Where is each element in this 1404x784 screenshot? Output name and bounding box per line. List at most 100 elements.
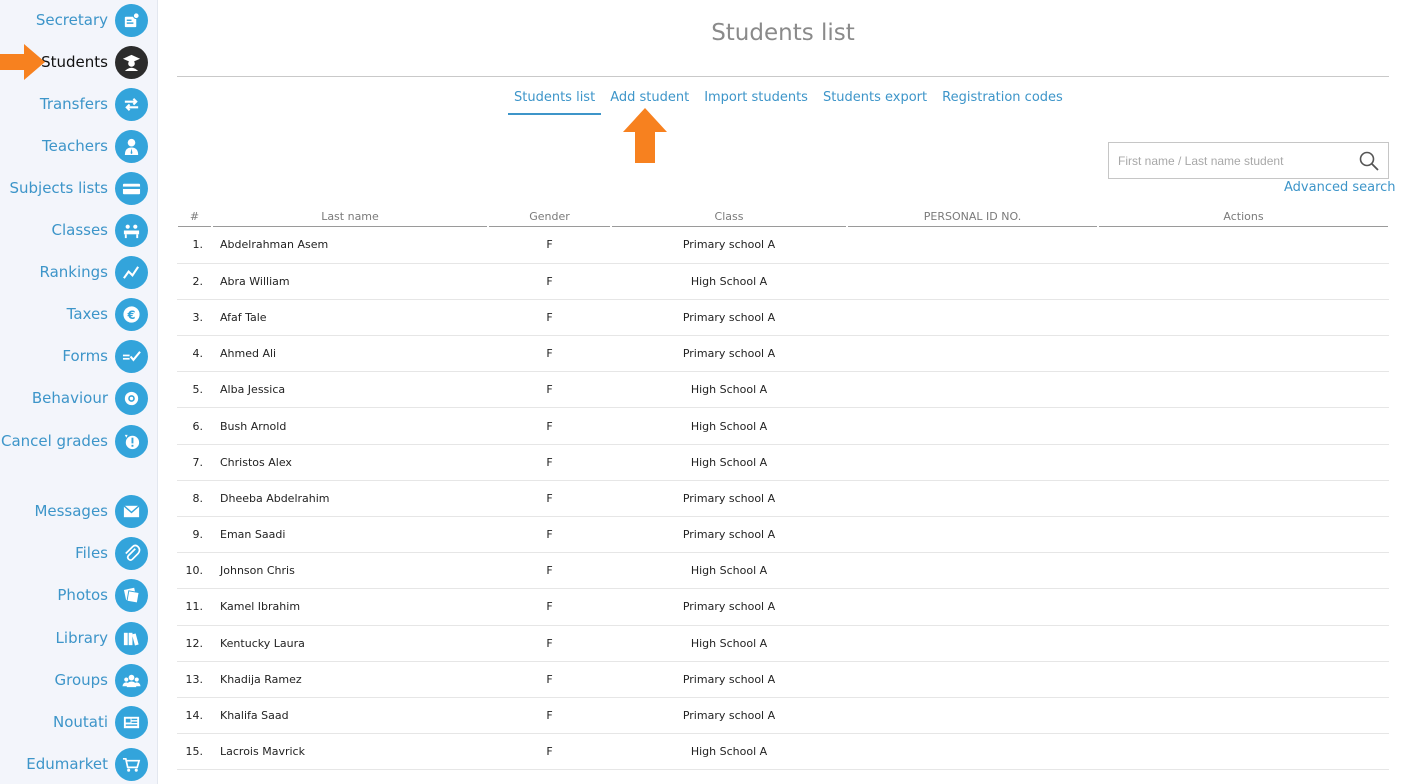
student-gender: F bbox=[488, 697, 611, 735]
row-number: 10. bbox=[177, 552, 212, 590]
student-name-link[interactable]: Dheeba Abdelrahim bbox=[212, 480, 488, 518]
tab-students-export[interactable]: Students export bbox=[817, 88, 933, 115]
column-header-personal-id[interactable]: PERSONAL ID NO. bbox=[847, 207, 1098, 227]
student-name-link[interactable]: Eman Saadi bbox=[212, 516, 488, 554]
sidebar-item-teachers[interactable]: Teachers bbox=[0, 126, 158, 166]
student-personal-id bbox=[847, 697, 1098, 735]
tab-import-students[interactable]: Import students bbox=[698, 88, 814, 115]
student-gender: F bbox=[488, 263, 611, 300]
paperclip-icon bbox=[115, 536, 148, 570]
column-header-number: # bbox=[177, 207, 212, 227]
table-row: 11. Kamel Ibrahim F Primary school A bbox=[177, 588, 1389, 626]
student-class: Primary school A bbox=[611, 661, 847, 698]
student-name-link[interactable]: Khalifa Saad bbox=[212, 697, 488, 735]
students-table: # Last name Gender Class PERSONAL ID NO.… bbox=[177, 207, 1389, 771]
table-row: 2. Abra William F High School A bbox=[177, 263, 1389, 300]
tab-students-list[interactable]: Students list bbox=[508, 88, 602, 115]
student-name-link[interactable]: Lacrois Mavrick bbox=[212, 733, 488, 771]
sidebar: Secretary Students Transfers Teachers Su… bbox=[0, 0, 158, 784]
advanced-search-link[interactable]: Advanced search bbox=[1284, 180, 1396, 195]
student-actions bbox=[1098, 733, 1389, 771]
student-name-link[interactable]: Afaf Tale bbox=[212, 299, 488, 337]
student-gender: F bbox=[488, 733, 611, 771]
sidebar-item-label: Cancel grades bbox=[0, 432, 108, 450]
row-number: 6. bbox=[177, 407, 212, 445]
table-row: 13. Khadija Ramez F Primary school A bbox=[177, 661, 1389, 698]
student-personal-id bbox=[847, 516, 1098, 554]
student-name-link[interactable]: Khadija Ramez bbox=[212, 661, 488, 698]
news-icon bbox=[115, 705, 148, 739]
student-gender: F bbox=[488, 480, 611, 518]
sidebar-item-label: Secretary bbox=[35, 11, 108, 29]
student-gender: F bbox=[488, 407, 611, 445]
sidebar-item-edumarket[interactable]: Edumarket bbox=[0, 744, 158, 784]
column-header-last-name[interactable]: Last name bbox=[212, 207, 488, 227]
photos-icon bbox=[115, 578, 148, 612]
table-row: 3. Afaf Tale F Primary school A bbox=[177, 299, 1389, 337]
sidebar-item-cancel-grades[interactable]: Cancel grades bbox=[0, 421, 158, 461]
column-header-class[interactable]: Class bbox=[611, 207, 847, 227]
search-input[interactable] bbox=[1109, 143, 1358, 178]
sidebar-item-label: Files bbox=[75, 544, 108, 562]
sidebar-item-taxes[interactable]: Taxes € bbox=[0, 294, 158, 334]
student-name-link[interactable]: Abra William bbox=[212, 263, 488, 300]
euro-icon: € bbox=[115, 297, 148, 331]
id-badge-icon bbox=[115, 3, 148, 37]
row-number: 2. bbox=[177, 263, 212, 300]
sidebar-item-messages[interactable]: Messages bbox=[0, 491, 158, 531]
student-personal-id bbox=[847, 263, 1098, 300]
student-personal-id bbox=[847, 299, 1098, 337]
sidebar-item-secretary[interactable]: Secretary bbox=[0, 0, 158, 40]
student-class: High School A bbox=[611, 444, 847, 481]
student-class: Primary school A bbox=[611, 335, 847, 373]
table-row: 12. Kentucky Laura F High School A bbox=[177, 625, 1389, 662]
group-icon bbox=[115, 663, 148, 697]
sidebar-item-label: Noutati bbox=[52, 713, 108, 731]
student-actions bbox=[1098, 625, 1389, 662]
row-number: 8. bbox=[177, 480, 212, 518]
sidebar-item-label: Rankings bbox=[39, 263, 109, 281]
student-search-box bbox=[1108, 142, 1389, 179]
student-name-link[interactable]: Ahmed Ali bbox=[212, 335, 488, 373]
sidebar-item-classes[interactable]: Classes bbox=[0, 210, 158, 250]
sidebar-item-photos[interactable]: Photos bbox=[0, 575, 158, 615]
student-class: Primary school A bbox=[611, 697, 847, 735]
tab-registration-codes[interactable]: Registration codes bbox=[936, 88, 1069, 115]
search-icon[interactable] bbox=[1358, 150, 1380, 172]
sidebar-item-behaviour[interactable]: Behaviour bbox=[0, 378, 158, 418]
sidebar-item-subjects-lists[interactable]: Subjects lists bbox=[0, 168, 158, 208]
student-name-link[interactable]: Christos Alex bbox=[212, 444, 488, 481]
student-personal-id bbox=[847, 588, 1098, 626]
student-actions bbox=[1098, 588, 1389, 626]
table-row: 1. Abdelrahman Asem F Primary school A bbox=[177, 227, 1389, 264]
student-class: High School A bbox=[611, 552, 847, 590]
sidebar-item-groups[interactable]: Groups bbox=[0, 660, 158, 700]
student-actions bbox=[1098, 480, 1389, 518]
student-gender: F bbox=[488, 371, 611, 409]
student-name-link[interactable]: Abdelrahman Asem bbox=[212, 227, 488, 264]
student-actions bbox=[1098, 371, 1389, 409]
sidebar-item-noutati[interactable]: Noutati bbox=[0, 702, 158, 742]
sidebar-item-files[interactable]: Files bbox=[0, 533, 158, 573]
student-actions bbox=[1098, 661, 1389, 698]
student-gender: F bbox=[488, 552, 611, 590]
student-gender: F bbox=[488, 227, 611, 264]
student-name-link[interactable]: Johnson Chris bbox=[212, 552, 488, 590]
student-name-link[interactable]: Kentucky Laura bbox=[212, 625, 488, 662]
sidebar-item-forms[interactable]: Forms bbox=[0, 336, 158, 376]
page-title: Students list bbox=[711, 20, 855, 46]
student-name-link[interactable]: Alba Jessica bbox=[212, 371, 488, 409]
column-header-gender[interactable]: Gender bbox=[488, 207, 611, 227]
student-actions bbox=[1098, 299, 1389, 337]
table-row: 4. Ahmed Ali F Primary school A bbox=[177, 335, 1389, 373]
sidebar-item-label: Subjects lists bbox=[9, 179, 108, 197]
graduate-icon bbox=[115, 45, 148, 79]
student-name-link[interactable]: Bush Arnold bbox=[212, 407, 488, 445]
sidebar-item-label: Taxes bbox=[66, 305, 108, 323]
student-name-link[interactable]: Kamel Ibrahim bbox=[212, 588, 488, 626]
alert-icon bbox=[115, 424, 148, 458]
row-number: 4. bbox=[177, 335, 212, 373]
sidebar-item-transfers[interactable]: Transfers bbox=[0, 84, 158, 124]
sidebar-item-rankings[interactable]: Rankings bbox=[0, 252, 158, 292]
sidebar-item-library[interactable]: Library bbox=[0, 618, 158, 658]
